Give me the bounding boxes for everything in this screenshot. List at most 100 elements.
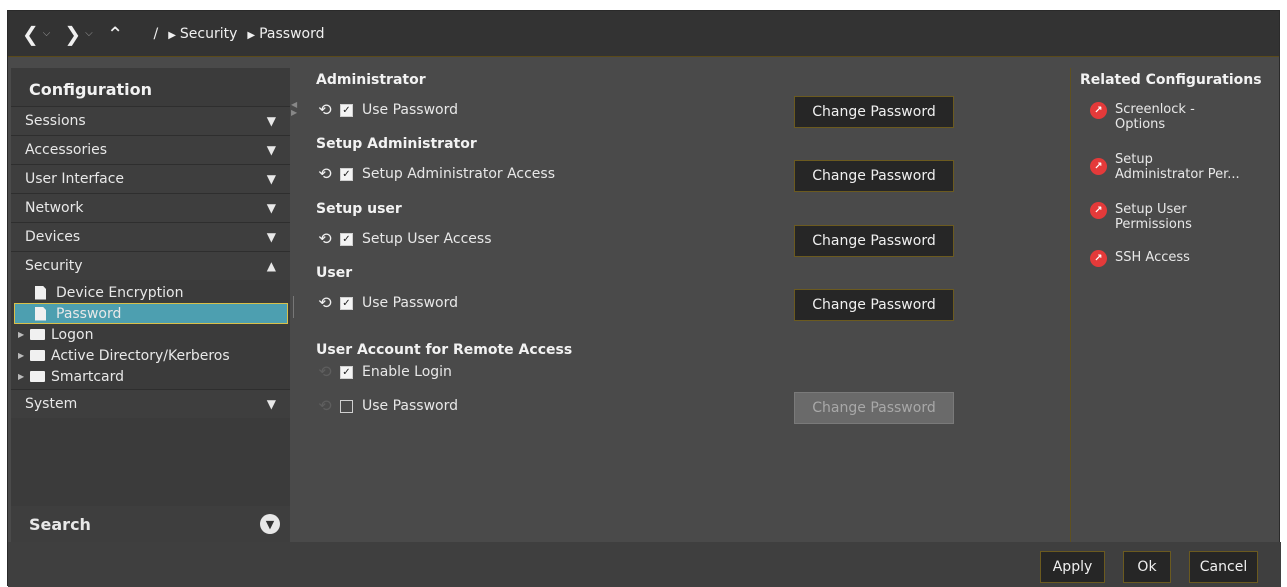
sidebar-item-security[interactable]: Security ▲ (11, 251, 290, 280)
sidebar: Configuration Sessions ▼ Accessories ▼ U… (11, 68, 290, 542)
sidebar-title: Configuration (29, 80, 153, 99)
section-setup-administrator: Setup Administrator (316, 136, 477, 152)
folder-icon (30, 329, 45, 340)
section-user: User (316, 265, 353, 281)
triangle-down-icon: ▼ (266, 114, 276, 128)
up-button[interactable]: ⌃ (107, 22, 124, 46)
tree-item-label: Logon (51, 326, 94, 343)
apply-button[interactable]: Apply (1040, 551, 1105, 583)
related-link-label: Setup Administrator Per... (1115, 152, 1240, 182)
sidebar-item-system[interactable]: System ▼ (11, 389, 290, 418)
chevron-down-icon[interactable]: ⌵ (85, 28, 93, 39)
label-line: Screenlock - (1115, 102, 1195, 117)
triangle-right-icon: ▶ (247, 29, 256, 41)
tree-item-password[interactable]: Password (14, 303, 288, 324)
reset-icon[interactable]: ⟲ (316, 295, 334, 311)
label-line: Administrator Per... (1115, 167, 1240, 182)
use-password-checkbox[interactable]: ✓ (340, 296, 353, 310)
sidebar-item-label: Network (25, 200, 84, 216)
main-panel: Administrator ⟲ ✓ Use Password Change Pa… (308, 68, 1068, 542)
external-link-icon: ↗ (1090, 202, 1107, 219)
use-password-checkbox[interactable]: ✓ (340, 103, 353, 117)
checkbox-label: Use Password (362, 295, 458, 311)
related-link-label: SSH Access (1115, 250, 1190, 265)
tree-item-device-encryption[interactable]: Device Encryption (11, 282, 290, 303)
footer-bar: Apply Ok Cancel (8, 542, 1281, 587)
related-link-setup-admin[interactable]: ↗ Setup Administrator Per... (1090, 152, 1240, 182)
label-line: Permissions (1115, 217, 1192, 232)
section-administrator: Administrator (316, 72, 426, 88)
splitter-line[interactable] (293, 296, 294, 318)
triangle-down-icon: ▼ (266, 230, 276, 244)
breadcrumb-root[interactable]: / (153, 26, 158, 42)
reset-icon[interactable]: ⟲ (316, 231, 334, 247)
search-label: Search (29, 514, 91, 534)
change-password-button[interactable]: Change Password (794, 289, 954, 321)
tree-folder-smartcard[interactable]: ▶ Smartcard (11, 366, 290, 387)
expand-search-icon[interactable]: ▼ (260, 514, 280, 534)
change-password-button[interactable]: Change Password (794, 225, 954, 257)
checkbox-label: Use Password (362, 398, 458, 414)
sidebar-item-label: System (25, 396, 78, 412)
external-link-icon: ↗ (1090, 250, 1107, 267)
panel-divider (1070, 68, 1071, 542)
forward-button[interactable]: ❯ ⌵ (64, 22, 92, 46)
folder-icon (30, 371, 45, 382)
sidebar-item-sessions[interactable]: Sessions ▼ (11, 106, 290, 135)
breadcrumb: / ▶ Security ▶ Password (153, 26, 334, 42)
reset-icon: ⟲ (318, 396, 332, 415)
related-link-ssh-access[interactable]: ↗ SSH Access (1090, 250, 1190, 267)
ok-button[interactable]: Ok (1123, 551, 1171, 583)
breadcrumb-security[interactable]: ▶ Security (168, 26, 237, 42)
row-enable-login: ⟲ ✓ Enable Login (316, 362, 956, 381)
expand-arrow-icon[interactable]: ▶ (18, 351, 30, 360)
triangle-down-icon: ▼ (266, 397, 276, 411)
triangle-down-icon: ▼ (266, 143, 276, 157)
change-password-button-disabled: Change Password (794, 392, 954, 424)
sidebar-item-accessories[interactable]: Accessories ▼ (11, 135, 290, 164)
tree-item-label: Smartcard (51, 368, 125, 385)
label-line: Setup User (1115, 202, 1187, 217)
external-link-icon: ↗ (1090, 158, 1107, 175)
back-button[interactable]: ❮ ⌵ (22, 22, 50, 46)
chevron-right-icon: ❯ (64, 21, 82, 46)
related-link-setup-user[interactable]: ↗ Setup User Permissions (1090, 202, 1192, 232)
sidebar-item-user-interface[interactable]: User Interface ▼ (11, 164, 290, 193)
search-section[interactable]: Search ▼ (11, 506, 290, 542)
checkbox-label: Setup Administrator Access (362, 166, 556, 182)
expand-arrow-icon[interactable]: ▶ (18, 330, 30, 339)
triangle-up-icon: ▲ (266, 259, 276, 273)
related-link-screenlock[interactable]: ↗ Screenlock - Options (1090, 102, 1195, 132)
breadcrumb-password[interactable]: ▶ Password (247, 26, 324, 42)
chevron-up-icon: ⌃ (106, 21, 124, 46)
section-remote-access: User Account for Remote Access (316, 342, 573, 358)
reset-icon[interactable]: ⟲ (316, 166, 334, 182)
change-password-button[interactable]: Change Password (794, 96, 954, 128)
sidebar-item-label: Sessions (25, 113, 86, 129)
use-password-checkbox[interactable] (340, 399, 353, 413)
related-link-label: Screenlock - Options (1115, 102, 1195, 132)
splitter-handle[interactable]: ◀ ▶ (291, 101, 297, 131)
related-panel: Related Configurations ↗ Screenlock - Opt… (1078, 68, 1281, 267)
chevron-left-icon: ❮ (22, 21, 39, 46)
setup-user-access-checkbox[interactable]: ✓ (340, 232, 353, 246)
sidebar-item-network[interactable]: Network ▼ (11, 193, 290, 222)
tree-item-label: Active Directory/Kerberos (51, 347, 230, 364)
setup-admin-access-checkbox[interactable]: ✓ (340, 167, 353, 181)
tree-folder-logon[interactable]: ▶ Logon (11, 324, 290, 345)
sidebar-item-label: Security (25, 258, 83, 274)
checkbox-label: Use Password (362, 102, 458, 118)
reset-icon: ⟲ (318, 362, 332, 381)
chevron-down-icon[interactable]: ⌵ (43, 28, 51, 39)
sidebar-item-devices[interactable]: Devices ▼ (11, 222, 290, 251)
label-line: Setup (1115, 152, 1153, 167)
cancel-button[interactable]: Cancel (1189, 551, 1258, 583)
enable-login-checkbox[interactable]: ✓ (340, 365, 353, 379)
tree-item-label: Device Encryption (56, 284, 184, 301)
expand-arrow-icon[interactable]: ▶ (18, 372, 30, 381)
tree-folder-active-directory[interactable]: ▶ Active Directory/Kerberos (11, 345, 290, 366)
triangle-down-icon: ▼ (266, 172, 276, 186)
reset-icon[interactable]: ⟲ (316, 102, 334, 118)
breadcrumb-label: Security (179, 25, 238, 42)
change-password-button[interactable]: Change Password (794, 160, 954, 192)
